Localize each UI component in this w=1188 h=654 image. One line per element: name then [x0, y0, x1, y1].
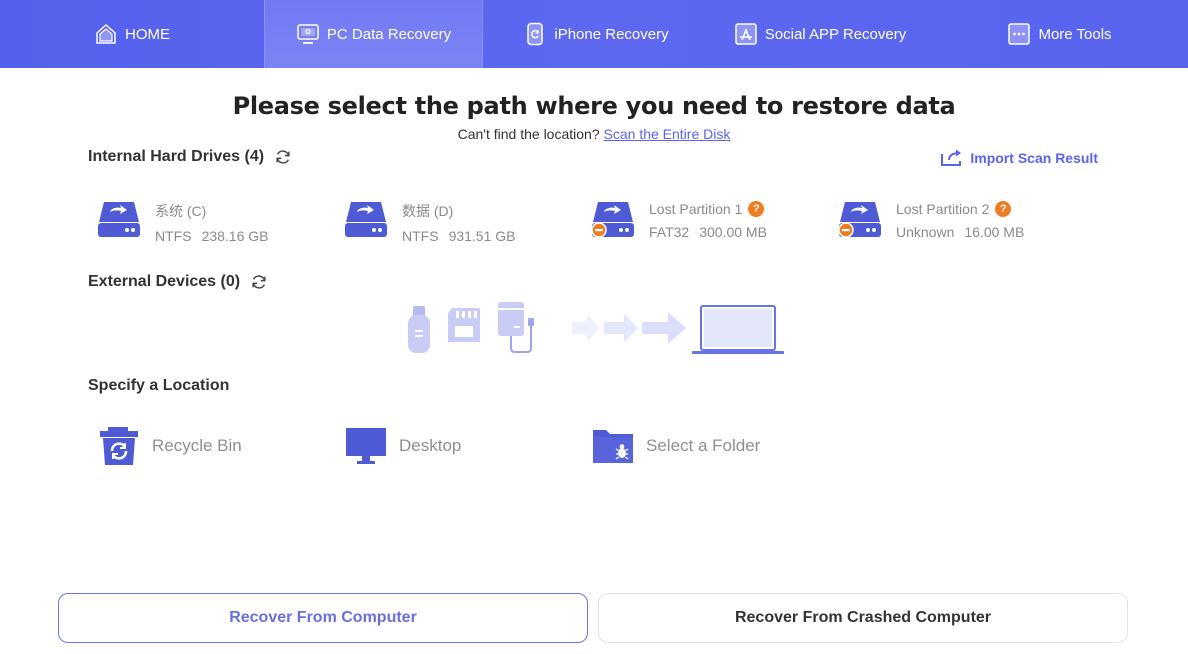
- drive-name: Lost Partition 2: [896, 201, 990, 217]
- location-recycle-bin[interactable]: Recycle Bin: [98, 426, 242, 466]
- tab-social-app-recovery-label: Social APP Recovery: [764, 25, 907, 43]
- refresh-icon[interactable]: [274, 148, 292, 166]
- drive-size: 238.16 GB: [201, 228, 269, 244]
- sd-card-icon: [448, 308, 480, 342]
- drive-d[interactable]: 数据 (D) NTFS 931.51 GB: [344, 198, 516, 244]
- recover-from-crashed-computer-button[interactable]: Recover From Crashed Computer: [598, 593, 1128, 643]
- drive-filesystem: NTFS: [155, 228, 192, 244]
- drive-size: 300.00 MB: [699, 224, 767, 240]
- tab-home[interactable]: HOME: [0, 0, 264, 68]
- desktop-label: Desktop: [399, 436, 462, 455]
- select-folder-label: Select a Folder: [646, 436, 761, 455]
- tab-pc-data-recovery[interactable]: PC Data Recovery: [264, 0, 483, 68]
- drive-lost-partition-1[interactable]: Lost Partition 1 ? FAT32 300.00 MB: [591, 198, 767, 240]
- import-icon: [941, 149, 962, 166]
- drive-filesystem: FAT32: [649, 224, 690, 240]
- desktop-icon: [346, 428, 386, 464]
- drive-lost-partition-2[interactable]: Lost Partition 2 ? Unknown 16.00 MB: [838, 198, 1024, 240]
- hard-drive-icon: [345, 202, 387, 237]
- tab-iphone-recovery[interactable]: iPhone Recovery: [483, 0, 709, 68]
- internal-drives-title: Internal Hard Drives (4): [88, 148, 265, 165]
- import-scan-result-button[interactable]: Import Scan Result: [940, 149, 1098, 167]
- more-icon: [1008, 23, 1031, 45]
- page-title: Please select the path where you need to…: [232, 92, 956, 120]
- external-devices-title: External Devices (0): [88, 273, 241, 290]
- usb-drive-icon: [408, 306, 430, 353]
- top-nav: HOME PC Data Recovery iPhone Recovery So…: [0, 0, 1188, 68]
- drive-c[interactable]: 系统 (C) NTFS 238.16 GB: [97, 198, 269, 244]
- page-subtitle: Can't find the location? Scan the Entire…: [0, 126, 1188, 142]
- tab-iphone-recovery-label: iPhone Recovery: [554, 25, 669, 43]
- tab-more-tools[interactable]: More Tools: [931, 0, 1188, 68]
- location-select-folder[interactable]: Select a Folder: [592, 426, 760, 466]
- app-store-icon: [735, 23, 757, 45]
- drive-size: 16.00 MB: [964, 224, 1025, 240]
- recycle-bin-label: Recycle Bin: [152, 436, 242, 455]
- home-icon: [96, 23, 116, 44]
- import-scan-result-label: Import Scan Result: [970, 150, 1098, 166]
- internal-drives-heading: Internal Hard Drives (4): [88, 148, 292, 166]
- drive-size: 931.51 GB: [448, 228, 516, 244]
- scan-entire-disk-link[interactable]: Scan the Entire Disk: [604, 126, 731, 142]
- folder-icon: [593, 430, 633, 463]
- tab-home-label: HOME: [125, 25, 170, 43]
- recycle-bin-icon: [100, 427, 138, 465]
- refresh-icon[interactable]: [250, 273, 268, 291]
- drive-filesystem: Unknown: [896, 224, 955, 240]
- recover-from-computer-button[interactable]: Recover From Computer: [58, 593, 588, 643]
- specify-location-heading: Specify a Location: [88, 377, 229, 395]
- laptop-icon: [692, 305, 784, 354]
- pc-icon: [297, 24, 319, 44]
- lost-partition-drive-icon: [591, 202, 634, 238]
- tab-pc-data-recovery-label: PC Data Recovery: [326, 25, 452, 43]
- tab-more-tools-label: More Tools: [1038, 25, 1112, 43]
- external-devices-illustration: [408, 302, 784, 354]
- drive-name: 数据 (D): [402, 203, 454, 219]
- specify-location-title: Specify a Location: [88, 377, 230, 394]
- drive-name: Lost Partition 1: [649, 201, 743, 217]
- tab-social-app-recovery[interactable]: Social APP Recovery: [709, 0, 931, 68]
- lost-partition-drive-icon: [838, 202, 881, 238]
- help-icon[interactable]: ?: [748, 201, 765, 217]
- hard-drive-icon: [98, 202, 140, 237]
- help-icon[interactable]: ?: [995, 201, 1012, 217]
- drive-name: 系统 (C): [155, 203, 207, 219]
- drive-filesystem: NTFS: [402, 228, 439, 244]
- location-desktop[interactable]: Desktop: [345, 426, 461, 466]
- subtitle-prefix: Can't find the location?: [457, 126, 600, 142]
- external-devices-heading: External Devices (0): [88, 273, 268, 291]
- phone-icon: [527, 22, 544, 46]
- external-hard-drive-icon: [498, 302, 534, 353]
